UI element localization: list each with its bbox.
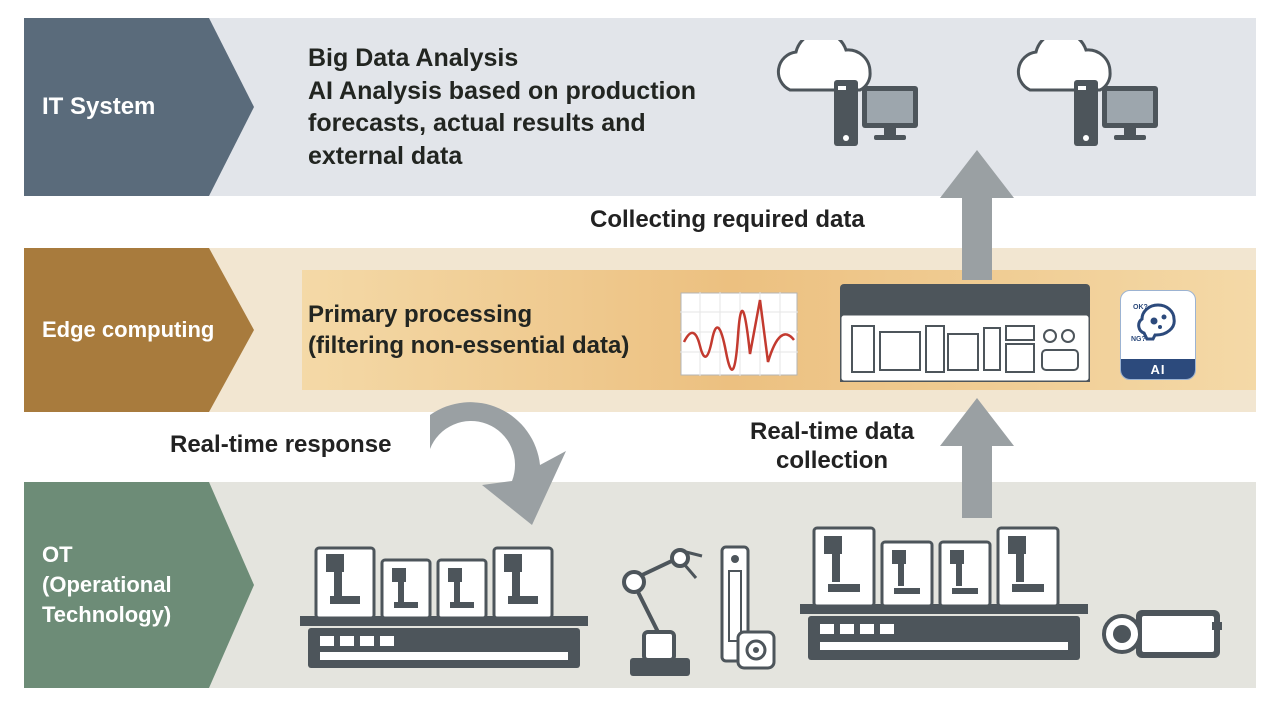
arrow-curved-down-icon (410, 395, 590, 550)
cnc-machinery-icon (800, 510, 1088, 675)
it-system-title: IT System (42, 93, 155, 121)
label-realtime-data-collection: Real-time data collection (750, 418, 914, 476)
it-description: Big Data Analysis AI Analysis based on p… (254, 42, 734, 172)
label-collecting-required-data: Collecting required data (590, 206, 865, 234)
edge-computing-title: Edge computing (42, 317, 214, 343)
ot-tab: OT (Operational Technology) (24, 482, 254, 688)
it-system-tab: IT System (24, 18, 254, 196)
arrow-up-icon (940, 398, 1014, 523)
robot-arm-icon (600, 540, 710, 685)
ai-badge-icon: OK? NG? AI (1120, 290, 1196, 380)
control-knob-icon (736, 630, 776, 675)
waveform-chart-icon (680, 292, 798, 381)
edge-description: Primary processing (filtering non-essent… (254, 299, 629, 361)
ai-label: AI (1121, 359, 1195, 379)
cloud-computer-icon (1000, 40, 1160, 165)
ot-title: OT (Operational Technology) (42, 540, 172, 629)
ai-brain-icon: OK? NG? (1121, 291, 1195, 359)
industrial-camera-icon (1100, 600, 1230, 675)
label-realtime-response: Real-time response (170, 431, 391, 459)
edge-computing-tab: Edge computing (24, 248, 254, 412)
ai-ok-label: OK? (1133, 304, 1148, 311)
edge-device-panel-icon (840, 284, 1090, 387)
cloud-computer-icon (760, 40, 920, 165)
arrow-up-icon (940, 150, 1014, 285)
ai-ng-label: NG? (1131, 336, 1146, 343)
cnc-machinery-icon (300, 530, 588, 685)
